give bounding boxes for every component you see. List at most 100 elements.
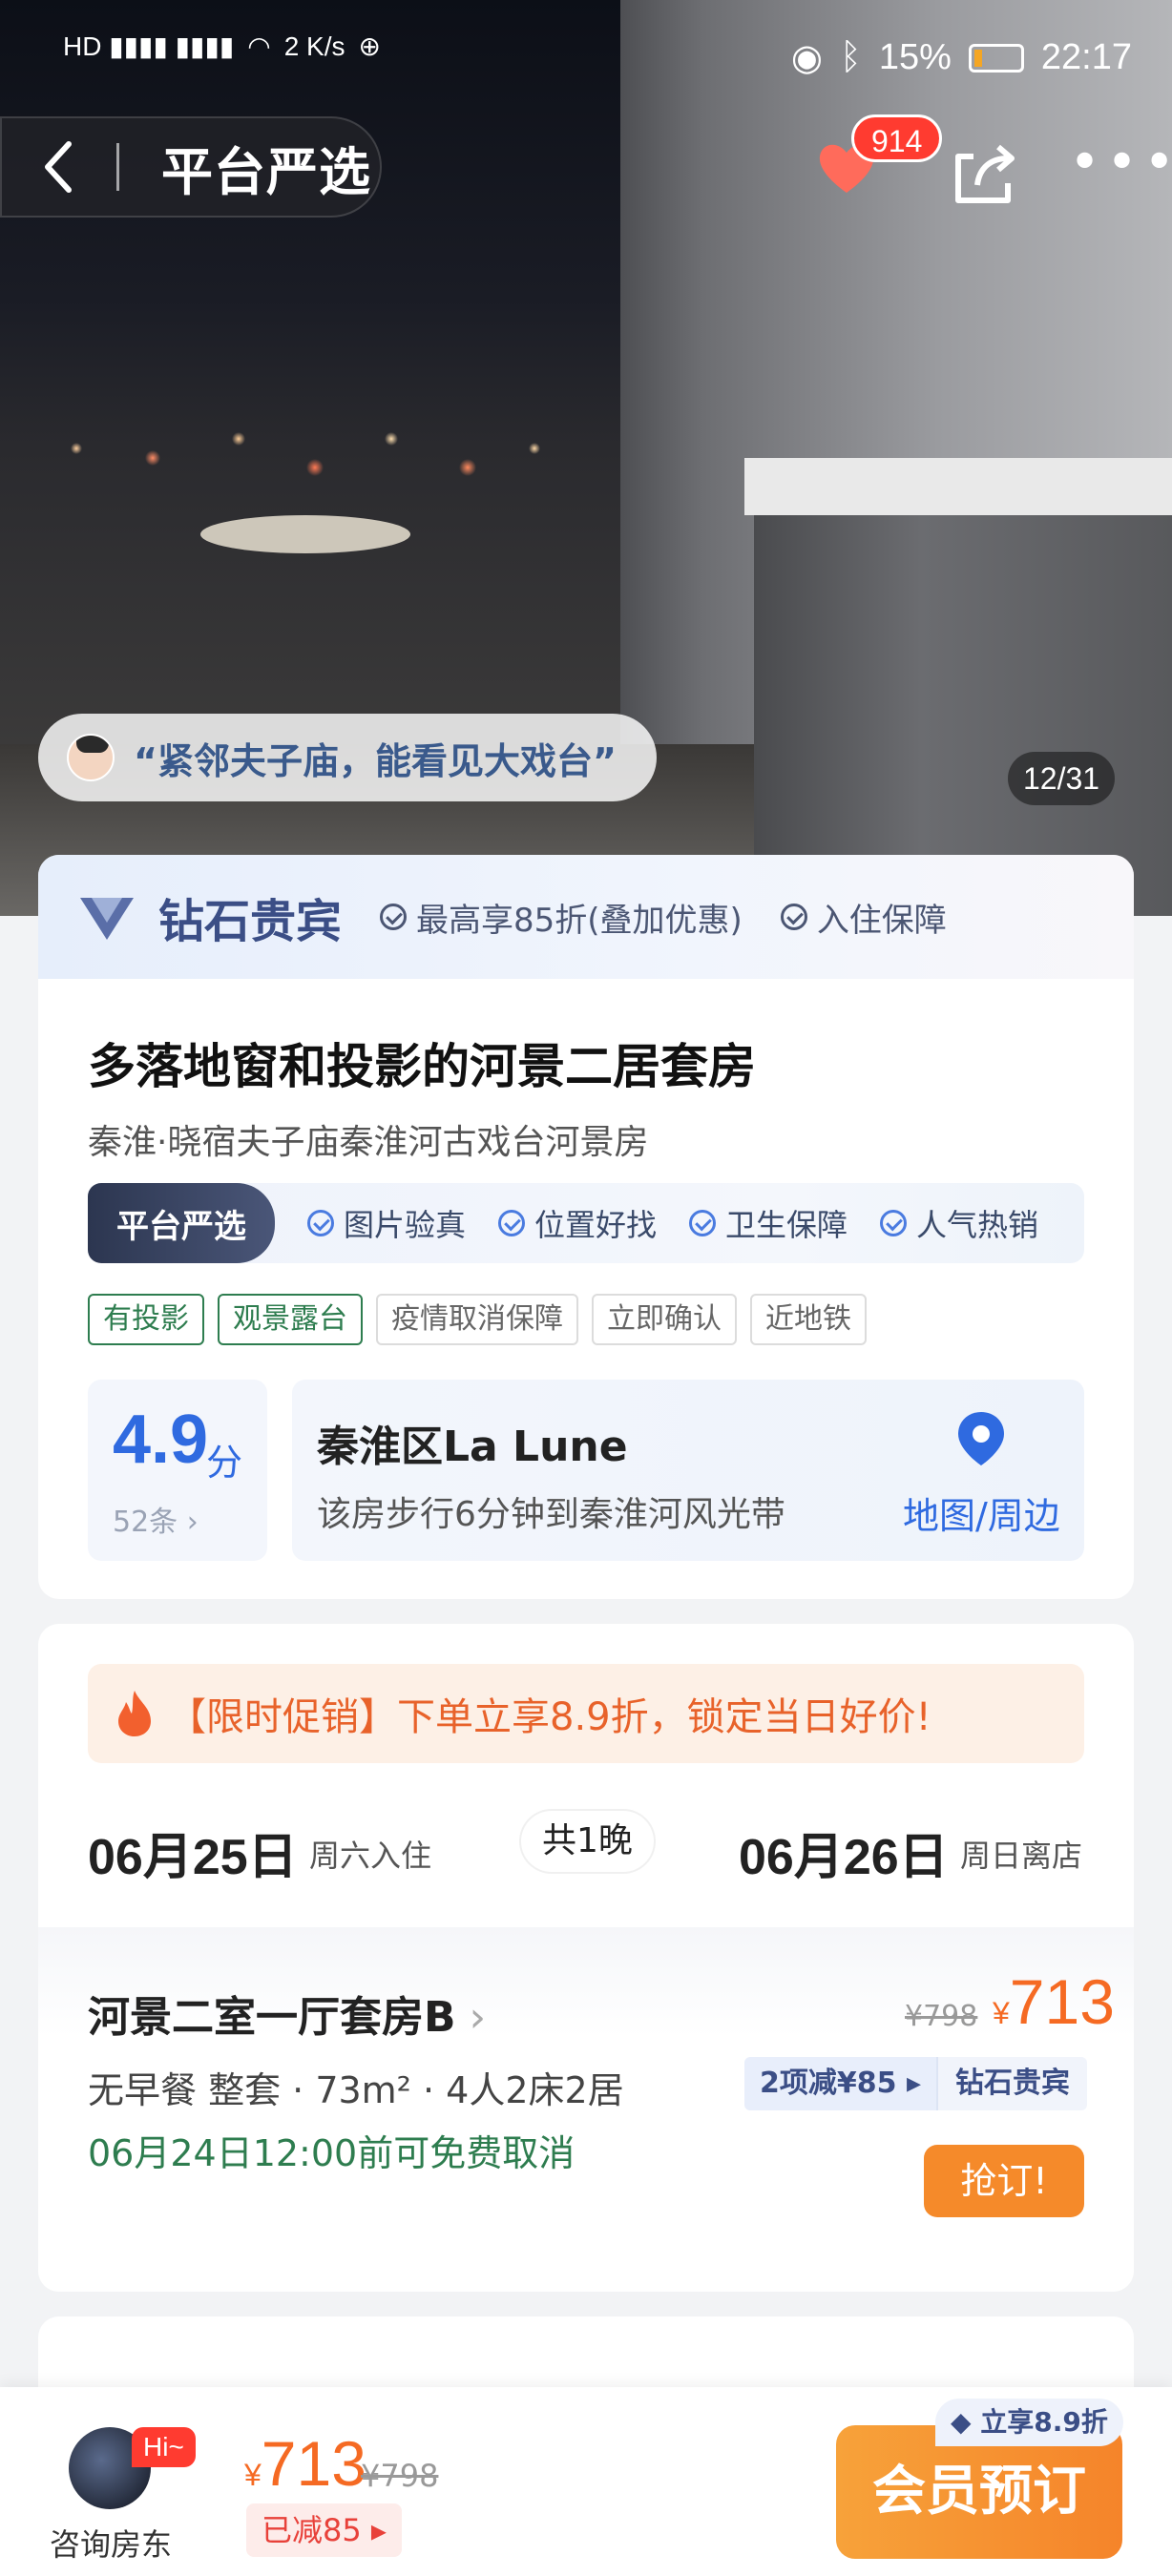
bluetooth-icon: ᛒ <box>840 37 862 77</box>
hero-table <box>200 515 410 553</box>
room-price: ¥713 <box>993 1965 1115 2038</box>
check-circle-icon <box>307 1210 334 1236</box>
globe-icon: ⊕ <box>358 31 381 61</box>
check-circle-icon <box>498 1210 526 1236</box>
more-options-icon[interactable]: ••• <box>1069 132 1172 194</box>
rating-score: 4.9 <box>113 1402 209 1478</box>
vip-price-label: 钻石贵宾 <box>936 2057 1088 2110</box>
location-description: 该房步行6分钟到秦淮河风光带 <box>317 1495 785 1534</box>
hi-badge: Hi~ <box>132 2427 196 2467</box>
share-icon[interactable] <box>945 132 1025 212</box>
hero-night-lights <box>38 401 573 515</box>
vip-perk-discount: 最高享85折(叠加优惠) <box>380 894 743 941</box>
tag-item: 有投影 <box>88 1294 204 1345</box>
signal-icon: HD ▮▮▮▮ ▮▮▮▮ <box>63 31 235 61</box>
room-name-label: 河景二室一厅套房B <box>88 1993 456 2042</box>
check-circle-icon <box>780 904 807 930</box>
chevron-left-icon <box>45 141 72 193</box>
booking-card: 【限时促销】下单立享8.9折，锁定当日好价! 06月25日 周六入住 共1晚 0… <box>38 1624 1134 2292</box>
back-button[interactable] <box>2 116 116 218</box>
listing-subtitle: 秦淮·晓宿夫子庙秦淮河古戏台河景房 <box>88 1123 649 1162</box>
avatar <box>67 734 115 781</box>
hero-quote-text: “紧邻夫子庙，能看见大戏台” <box>134 739 617 782</box>
feature-label: 位置好找 <box>534 1207 658 1243</box>
battery-percent: 15% <box>878 37 952 77</box>
feature-label: 卫生保障 <box>725 1207 848 1243</box>
feature-item: 位置好找 <box>498 1201 657 1245</box>
tag-item: 立即确认 <box>592 1294 737 1345</box>
room-name: 河景二室一厅套房B › <box>88 1983 486 2044</box>
review-count-link: 52条 › <box>113 1498 199 1540</box>
photo-counter: 12/31 <box>1008 752 1116 805</box>
promo-text: 【限时促销】下单立享8.9折，锁定当日好价! <box>168 1695 931 1739</box>
currency-symbol: ¥ <box>244 2458 262 2492</box>
room-price-value: 713 <box>1009 1966 1115 2037</box>
caret-right-icon: ▸ <box>906 2067 922 2100</box>
feature-label: 人气热销 <box>916 1207 1039 1243</box>
nights-count: 共1晚 <box>521 1811 654 1872</box>
discount-badge[interactable]: 2项减¥85 ▸ 钻石贵宾 <box>744 2057 1088 2110</box>
date-selector[interactable]: 06月25日 周六入住 共1晚 06月26日 周日离店 <box>88 1811 1084 1887</box>
hero-quote-pill: “紧邻夫子庙，能看见大戏台” <box>38 714 657 801</box>
room-info: 无早餐 整套 · 73m² · 4人2床2居 <box>88 2069 624 2111</box>
listing-card: 钻石贵宾 最高享85折(叠加优惠) 入住保障 多落地窗和投影的河景二居套房 秦淮… <box>38 855 1134 1599</box>
map-nearby-link[interactable]: 地图/周边 <box>903 1486 1060 1539</box>
discount-label: 2项减¥85 ▸ <box>744 2057 937 2110</box>
platform-features-row[interactable]: 平台严选 图片验真 位置好找 卫生保障 人气热销 <box>88 1183 1084 1263</box>
status-left: HD ▮▮▮▮ ▮▮▮▮ ◠ 2 K/s ⊕ <box>63 31 381 62</box>
feature-item: 人气热销 <box>880 1201 1038 1245</box>
nav-divider <box>116 143 119 191</box>
location-name: 秦淮区La Lune <box>317 1423 628 1471</box>
status-bar: HD ▮▮▮▮ ▮▮▮▮ ◠ 2 K/s ⊕ ◉ ᛒ 15% 22:17 <box>0 0 1172 114</box>
vip-bar[interactable]: 钻石贵宾 最高享85折(叠加优惠) 入住保障 <box>38 855 1134 979</box>
free-cancel-note: 06月24日12:00前可免费取消 <box>88 2132 576 2174</box>
tag-item: 近地铁 <box>750 1294 867 1345</box>
bottom-original-price: ¥798 <box>361 2458 439 2494</box>
promo-banner: 【限时促销】下单立享8.9折，锁定当日好价! <box>88 1664 1084 1763</box>
feature-item: 图片验真 <box>307 1201 466 1245</box>
vip-perk-guarantee: 入住保障 <box>780 894 947 941</box>
checkout-label: 周日离店 <box>960 1838 1083 1874</box>
reduced-amount: 已减85 <box>262 2512 362 2548</box>
original-price: ¥798 <box>905 2000 978 2033</box>
tag-item: 观景露台 <box>218 1294 363 1345</box>
rating-box[interactable]: 4.9 分 52条 › <box>88 1380 267 1561</box>
status-right: ◉ ᛒ 15% 22:17 <box>791 36 1132 79</box>
listing-title: 多落地窗和投影的河景二居套房 <box>88 1039 756 1094</box>
top-nav-pill: 平台严选 <box>0 116 382 218</box>
checkin-date: 06月25日 <box>88 1830 298 1885</box>
cta-discount-label: 立享8.9折 <box>980 2406 1108 2438</box>
clock: 22:17 <box>1040 37 1132 77</box>
diamond-icon <box>80 898 134 940</box>
currency-symbol: ¥ <box>993 1996 1010 2030</box>
check-circle-icon <box>880 1210 908 1236</box>
reduced-amount-badge[interactable]: 已减85 ▸ <box>246 2503 402 2557</box>
review-count: 52条 <box>113 1506 178 1539</box>
map-pin-icon <box>958 1412 1004 1465</box>
chevron-right-icon: › <box>455 1993 487 2042</box>
vip-perk-discount-label: 最高享85折(叠加优惠) <box>416 901 743 940</box>
checkout-date: 06月26日 <box>739 1830 949 1885</box>
discount-text: 2项减¥85 <box>760 2067 897 2100</box>
bottom-price: ¥713 <box>244 2427 366 2500</box>
eye-icon: ◉ <box>790 38 824 78</box>
vip-perk-guarantee-label: 入住保障 <box>816 901 947 940</box>
page-root: HD ▮▮▮▮ ▮▮▮▮ ◠ 2 K/s ⊕ ◉ ᛒ 15% 22:17 平台严… <box>0 0 1172 2576</box>
listing-tags: 有投影 观景露台 疫情取消保障 立即确认 近地铁 <box>88 1294 867 1345</box>
nav-brand-title: 平台严选 <box>161 141 371 202</box>
cta-discount-badge: ◆ 立享8.9折 <box>935 2399 1123 2446</box>
feature-item: 卫生保障 <box>689 1201 848 1245</box>
contact-host-label[interactable]: 咨询房东 <box>50 2521 172 2565</box>
wifi-icon: ◠ <box>247 31 271 61</box>
room-option[interactable]: 河景二室一厅套房B › 无早餐 整套 · 73m² · 4人2床2居 06月24… <box>38 1927 1134 2292</box>
check-circle-icon <box>689 1210 717 1236</box>
diamond-icon: ◆ <box>951 2406 981 2438</box>
checkin-label: 周六入住 <box>309 1838 432 1874</box>
favorites-count-badge: 914 <box>851 114 943 162</box>
bottom-price-value: 713 <box>261 2428 366 2499</box>
location-box[interactable]: 秦淮区La Lune 该房步行6分钟到秦淮河风光带 地图/周边 <box>292 1380 1084 1561</box>
rating-unit: 分 <box>206 1442 243 1484</box>
chevron-right-icon: › <box>178 1506 199 1539</box>
hero-counter <box>744 458 1172 515</box>
grab-booking-button[interactable]: 抢订! <box>924 2145 1084 2217</box>
